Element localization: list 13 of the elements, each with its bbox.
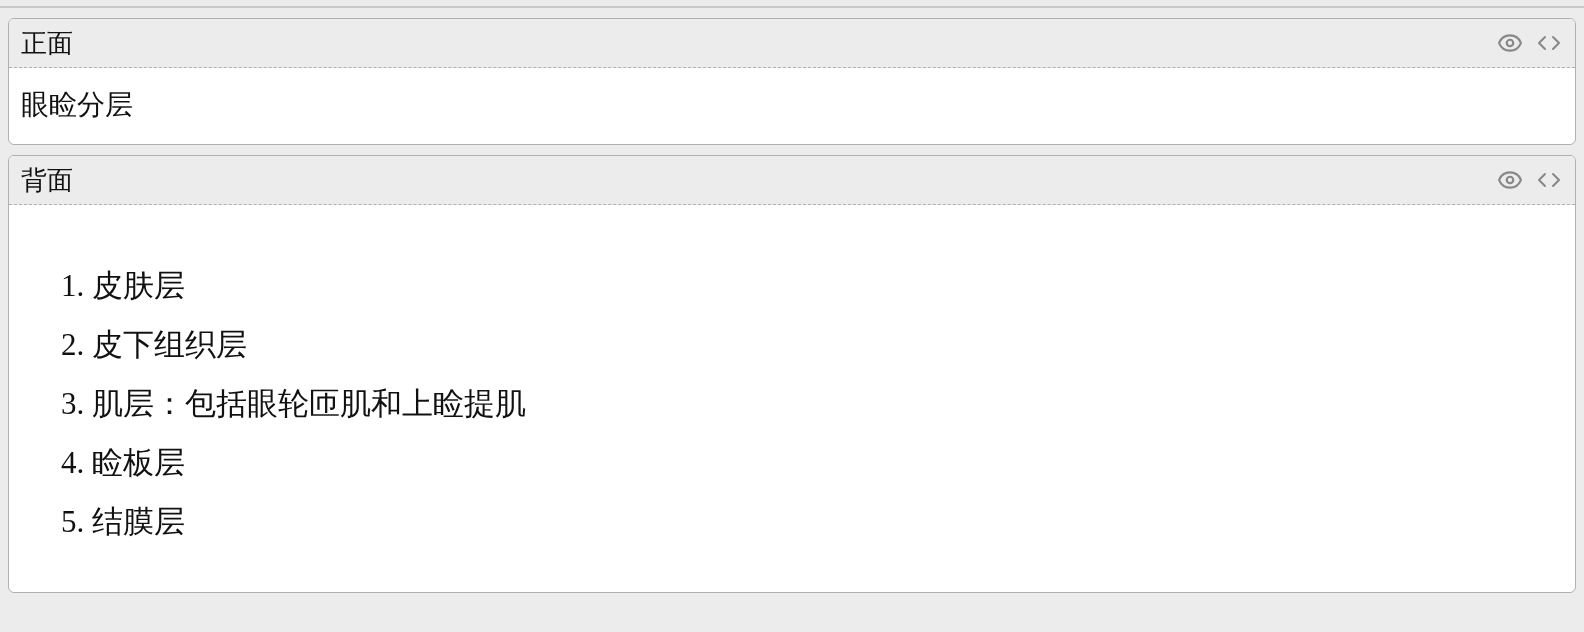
list-number: 1. [61, 267, 85, 304]
list-item-text: 肌层：包括眼轮匝肌和上睑提肌 [92, 385, 527, 422]
field-title: 背面 [21, 163, 73, 197]
list-number: 2. [61, 326, 85, 363]
field-text: 眼睑分层 [21, 88, 133, 121]
field-title: 正面 [21, 26, 73, 60]
list-item-text: 皮下组织层 [92, 326, 248, 363]
list-item-text: 结膜层 [92, 503, 186, 540]
list-number: 4. [61, 444, 85, 481]
list-item-text: 皮肤层 [92, 267, 186, 304]
list-item-text: 睑板层 [92, 444, 186, 481]
list-number: 3. [61, 385, 85, 422]
list-number: 5. [61, 503, 85, 540]
